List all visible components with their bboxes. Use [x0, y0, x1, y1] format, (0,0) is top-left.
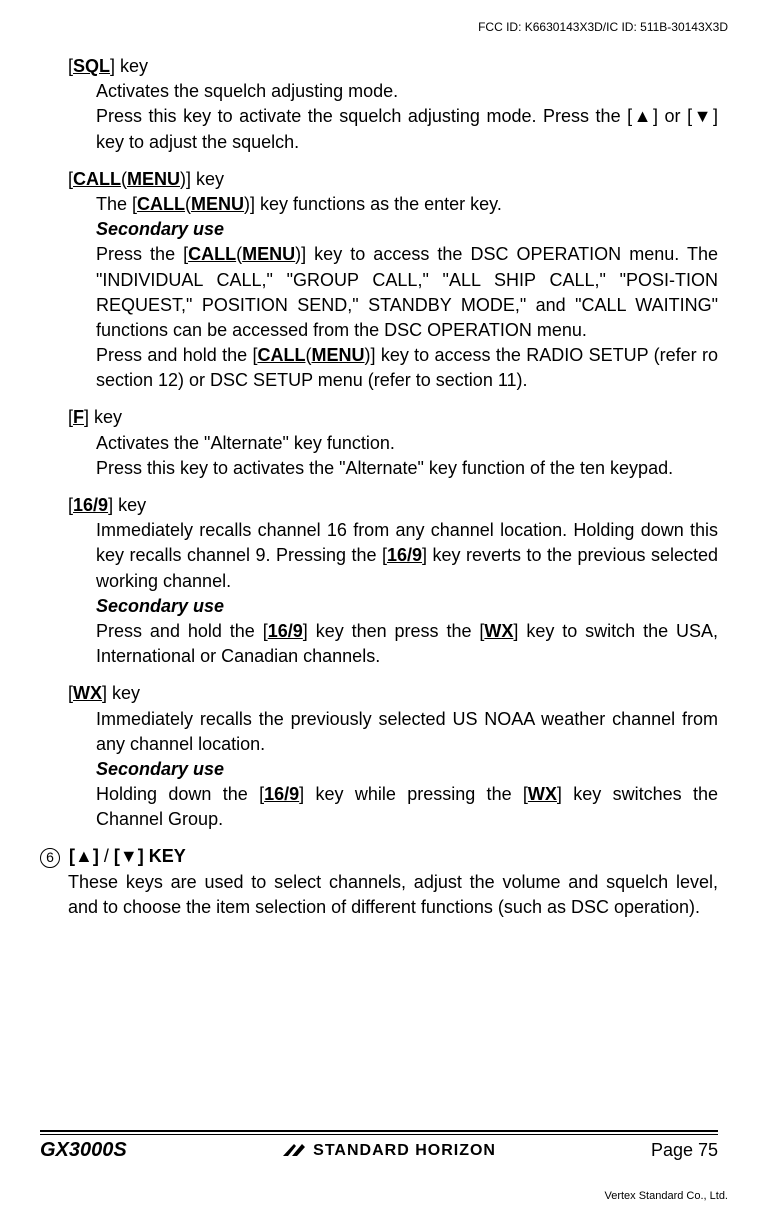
content-area: [SQL] key Activates the squelch adjustin… — [0, 34, 758, 920]
k169-line1: Immediately recalls channel 16 from any … — [96, 518, 718, 594]
logo-wing-icon — [282, 1142, 308, 1158]
t: KEY — [144, 846, 186, 866]
f-title: [F] key — [40, 405, 718, 430]
k169-line2: Press and hold the [16/9] key then press… — [96, 619, 718, 669]
sql-body: Activates the squelch adjusting mode. Pr… — [40, 79, 718, 155]
wx-block: [WX] key Immediately recalls the previou… — [40, 681, 718, 832]
t: )] key functions as the enter key. — [244, 194, 502, 214]
call-title: [CALL(MENU)] key — [40, 167, 718, 192]
k169-block: [16/9] key Immediately recalls channel 1… — [40, 493, 718, 669]
up-triangle-icon: ▲ — [632, 106, 653, 126]
header-fccid: FCC ID: K6630143X3D/IC ID: 511B-30143X3D — [0, 0, 758, 34]
k169-title: [16/9] key — [40, 493, 718, 518]
footer: GX3000S STANDARD HORIZON Page 75 — [0, 1130, 758, 1162]
t: ] key — [186, 169, 224, 189]
t: ] key then press the [ — [303, 621, 485, 641]
f-block: [F] key Activates the "Alternate" key fu… — [40, 405, 718, 481]
menu-key: MENU — [127, 169, 180, 189]
footer-page: Page 75 — [651, 1140, 718, 1161]
t: MENU — [311, 345, 364, 365]
t: ] or [ — [653, 106, 692, 126]
footer-logo-text: STANDARD HORIZON — [313, 1142, 496, 1159]
wx-title: [WX] key — [40, 681, 718, 706]
call-key: CALL — [73, 169, 121, 189]
footer-row: GX3000S STANDARD HORIZON Page 75 — [40, 1139, 718, 1162]
t: / — [99, 846, 114, 866]
t: ] key — [102, 683, 140, 703]
wx-line2: Holding down the [16/9] key while pressi… — [96, 782, 718, 832]
sql-line1: Activates the squelch adjusting mode. — [96, 79, 718, 104]
k169-body: Immediately recalls channel 16 from any … — [40, 518, 718, 669]
call-block: [CALL(MENU)] key The [CALL(MENU)] key fu… — [40, 167, 718, 394]
f-line2: Press this key to activates the "Alterna… — [96, 456, 718, 481]
t: 16/9 — [264, 784, 299, 804]
sql-line2: Press this key to activate the squelch a… — [96, 104, 718, 154]
wx-body: Immediately recalls the previously selec… — [40, 707, 718, 833]
section6-title: 6 [▲] / [▼] KEY — [40, 844, 718, 869]
t: Press this key to activate the squelch a… — [96, 106, 632, 126]
t: MENU — [191, 194, 244, 214]
call-line1: The [CALL(MENU)] key functions as the en… — [96, 192, 718, 217]
t: WX — [484, 621, 513, 641]
t: Press and hold the [ — [96, 345, 257, 365]
footer-company: Vertex Standard Co., Ltd. — [604, 1190, 728, 1202]
f-body: Activates the "Alternate" key function. … — [40, 431, 718, 481]
k169-key: 16/9 — [73, 495, 108, 515]
sql-title-rest: ] key — [110, 56, 148, 76]
wx-line1: Immediately recalls the previously selec… — [96, 707, 718, 757]
t: ] key while pressing the [ — [299, 784, 528, 804]
f-key: F — [73, 407, 84, 427]
circled-number-icon: 6 — [40, 848, 60, 868]
k169-secondary-use: Secondary use — [96, 594, 718, 619]
wx-key: WX — [73, 683, 102, 703]
call-line3: Press and hold the [CALL(MENU)] key to a… — [96, 343, 718, 393]
call-line2: Press the [CALL(MENU)] key to access the… — [96, 242, 718, 343]
f-line1: Activates the "Alternate" key function. — [96, 431, 718, 456]
down-triangle-icon: ▼ — [120, 846, 138, 866]
call-secondary-use: Secondary use — [96, 217, 718, 242]
t: MENU — [242, 244, 295, 264]
t: CALL — [188, 244, 236, 264]
t: ] key — [108, 495, 146, 515]
t: 16/9 — [387, 545, 422, 565]
section-6: 6 [▲] / [▼] KEY These keys are used to s… — [40, 844, 718, 920]
footer-logo: STANDARD HORIZON — [282, 1142, 496, 1160]
t: Press and hold the [ — [96, 621, 268, 641]
up-triangle-icon: ▲ — [75, 846, 93, 866]
t: The [ — [96, 194, 137, 214]
t: CALL — [257, 345, 305, 365]
t: WX — [528, 784, 557, 804]
t: Holding down the [ — [96, 784, 264, 804]
sql-title: [SQL] key — [40, 54, 718, 79]
footer-divider — [40, 1130, 718, 1135]
section6-body: These keys are used to select channels, … — [40, 870, 718, 920]
wx-secondary-use: Secondary use — [96, 757, 718, 782]
t: 16/9 — [268, 621, 303, 641]
sql-block: [SQL] key Activates the squelch adjustin… — [40, 54, 718, 155]
t: Press the [ — [96, 244, 188, 264]
down-triangle-icon: ▼ — [692, 106, 713, 126]
call-body: The [CALL(MENU)] key functions as the en… — [40, 192, 718, 394]
t: CALL — [137, 194, 185, 214]
t: ] key — [84, 407, 122, 427]
footer-model: GX3000S — [40, 1139, 127, 1162]
sql-keyname: SQL — [73, 56, 110, 76]
